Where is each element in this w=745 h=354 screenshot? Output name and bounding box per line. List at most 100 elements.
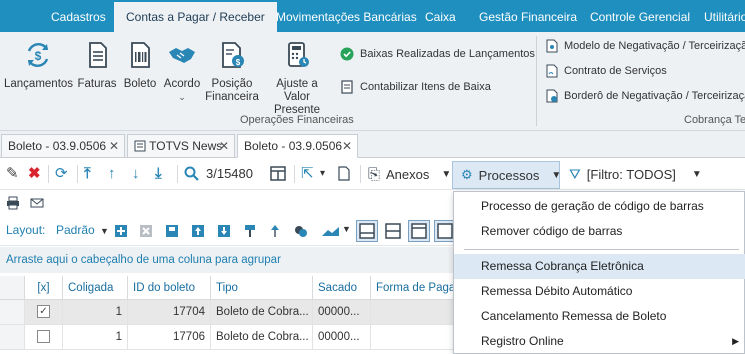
add-layout-icon[interactable] <box>114 224 128 238</box>
grid-header-id-boleto[interactable]: ID do boleto <box>128 276 211 300</box>
ribbon: $ Lançamentos Faturas Boleto Acordo ⌄ $ … <box>0 32 745 131</box>
download-layout-icon[interactable] <box>217 224 231 238</box>
boleto-button[interactable]: Boleto <box>121 40 159 91</box>
invoice-icon <box>89 42 107 68</box>
cell-coligada[interactable]: 1 <box>63 300 128 325</box>
paint-icon[interactable] <box>243 224 257 238</box>
remove-layout-icon[interactable] <box>139 224 153 238</box>
grid-header-forma-pagamento[interactable]: Forma de Pagam <box>371 276 460 300</box>
delete-icon[interactable]: ✖ <box>28 165 41 183</box>
cell-id-boleto[interactable]: 17704 <box>128 300 211 325</box>
cell-coligada[interactable]: 1 <box>63 325 128 350</box>
contrato-servicos-item[interactable]: Contrato de Serviços <box>546 64 667 78</box>
chart-icon[interactable] <box>321 225 341 237</box>
posicao-financeira-button[interactable]: $ Posição Financeira <box>204 40 260 104</box>
processos-dropdown[interactable]: ⚙ Processos ▼ <box>452 161 561 189</box>
search-icon[interactable] <box>184 166 199 181</box>
email-icon[interactable] <box>30 196 44 210</box>
contabilizar-itens-item[interactable]: Contabilizar Itens de Baixa <box>340 80 491 94</box>
previous-record-icon[interactable]: ↑ <box>108 165 116 183</box>
panel-top-icon[interactable] <box>408 220 430 242</box>
cell-id-boleto[interactable]: 17706 <box>128 325 211 350</box>
panel-bottom-icon[interactable] <box>356 220 378 242</box>
menu-item-gerar-codigo-barras[interactable]: Processo de geração de código de barras <box>454 194 745 219</box>
cell-forma-pagamento[interactable] <box>371 300 460 325</box>
acordo-label: Acordo <box>163 78 201 90</box>
doc-tab-boleto-active[interactable]: Boleto - 03.9.0506 ✕ <box>237 134 358 158</box>
chevron-down-icon: ⌄ <box>178 92 186 102</box>
menu-cadastros[interactable]: Cadastros <box>51 0 106 32</box>
menu-movimentacoes-bancarias[interactable]: Movimentações Bancárias <box>276 0 417 32</box>
grid-header-select[interactable]: [x] <box>25 276 63 300</box>
record-counter: 3/15480 <box>206 166 253 181</box>
chevron-down-icon[interactable]: ▾ <box>320 165 325 183</box>
menu-item-cancelamento-remessa[interactable]: Cancelamento Remessa de Boleto <box>454 304 745 329</box>
modelo-negativacao-label: Modelo de Negativação / Terceirização <box>564 40 745 52</box>
menu-item-remessa-cobranca[interactable]: Remessa Cobrança Eletrônica <box>454 254 745 279</box>
close-icon[interactable]: ✕ <box>109 135 119 157</box>
save-layout-icon[interactable] <box>165 224 179 238</box>
acordo-button[interactable]: Acordo ⌄ <box>161 40 203 104</box>
print-icon[interactable] <box>6 196 20 210</box>
cell-tipo[interactable]: Boleto de Cobra... <box>211 325 313 350</box>
contract-icon <box>546 64 558 78</box>
doc-tab-boleto-1[interactable]: Boleto - 03.9.0506 ✕ <box>1 134 125 158</box>
checkbox-checked-icon: ✓ <box>37 305 50 319</box>
last-record-icon[interactable]: ⤓ <box>155 165 162 183</box>
faturas-button[interactable]: Faturas <box>76 40 118 91</box>
document-tab-bar: Boleto - 03.9.0506 ✕ TOTVS News ✕ Boleto… <box>0 131 745 158</box>
filter-dropdown[interactable]: ⛛ [Filtro: TODOS] ▼ <box>569 164 702 184</box>
lancamentos-button[interactable]: $ Lançamentos <box>4 40 73 91</box>
first-record-icon[interactable]: ⤒ <box>84 165 91 183</box>
bordero-negativacao-item[interactable]: Borderô de Negativação / Terceirização <box>546 89 745 103</box>
row-checkbox[interactable] <box>25 325 63 350</box>
row-checkbox[interactable]: ✓ <box>25 300 63 325</box>
grid-header-sacado[interactable]: Sacado <box>313 276 371 300</box>
cell-forma-pagamento[interactable] <box>371 325 460 350</box>
export-icon[interactable]: ⇱ <box>301 165 314 183</box>
document-icon[interactable] <box>338 166 350 181</box>
menu-caixa[interactable]: Caixa <box>425 0 456 32</box>
refresh-icon[interactable]: ⟳ <box>55 165 68 183</box>
chevron-down-icon[interactable]: ▼ <box>342 224 351 234</box>
boleto-grid: [x] Coligada ID do boleto Tipo Sacado Fo… <box>0 276 460 354</box>
menu-contas-pagar-receber[interactable]: Contas a Pagar / Receber <box>114 2 277 32</box>
baixas-realizadas-item[interactable]: Baixas Realizadas de Lançamentos <box>340 47 535 61</box>
menu-item-remover-codigo-barras[interactable]: Remover código de barras <box>454 219 745 244</box>
chevron-right-icon: ▶ <box>732 336 739 346</box>
menu-gestao-financeira[interactable]: Gestão Financeira <box>479 0 577 32</box>
cell-sacado[interactable]: 00000... <box>313 325 371 350</box>
boleto-label: Boleto <box>123 78 157 90</box>
calculator-icon <box>288 42 309 67</box>
ribbon-separator <box>536 36 537 126</box>
menu-item-registro-online[interactable]: Registro Online ▶ <box>454 329 745 354</box>
row-indicator[interactable] <box>0 300 25 325</box>
anexos-dropdown[interactable]: ⎘ Anexos ▼ <box>368 164 451 184</box>
doc-tab-totvs-news[interactable]: TOTVS News ✕ <box>127 134 235 158</box>
paperclip-icon: ⎘ <box>368 165 381 183</box>
modelo-negativacao-item[interactable]: Modelo de Negativação / Terceirização <box>546 39 745 53</box>
model-doc-icon <box>546 39 558 53</box>
grid-header-coligada[interactable]: Coligada <box>63 276 128 300</box>
shapes-icon[interactable] <box>294 224 308 238</box>
chevron-down-icon: ▼ <box>691 168 702 180</box>
grid-header-tipo[interactable]: Tipo <box>211 276 313 300</box>
menu-item-remessa-debito[interactable]: Remessa Débito Automático <box>454 279 745 304</box>
cell-sacado[interactable]: 00000... <box>313 300 371 325</box>
close-icon[interactable]: ✕ <box>219 135 229 157</box>
menu-utilitarios[interactable]: Utilitários <box>704 0 745 32</box>
cell-tipo[interactable]: Boleto de Cobra... <box>211 300 313 325</box>
layout-select[interactable]: Padrão ▼ <box>56 223 109 237</box>
anexos-label: Anexos <box>386 166 430 182</box>
contrato-servicos-label: Contrato de Serviços <box>564 65 667 77</box>
menu-controle-gerencial[interactable]: Controle Gerencial <box>590 0 690 32</box>
pin-icon[interactable] <box>268 224 282 238</box>
form-view-icon[interactable] <box>270 166 286 181</box>
close-icon[interactable]: ✕ <box>342 135 352 157</box>
row-indicator[interactable] <box>0 325 25 350</box>
next-record-icon[interactable]: ↓ <box>132 165 140 183</box>
edit-icon[interactable]: ✎ <box>6 165 19 183</box>
ajuste-valor-presente-button[interactable]: Ajuste a Valor Presente <box>262 40 332 117</box>
panel-split-icon[interactable] <box>382 220 404 242</box>
upload-layout-icon[interactable] <box>191 224 205 238</box>
